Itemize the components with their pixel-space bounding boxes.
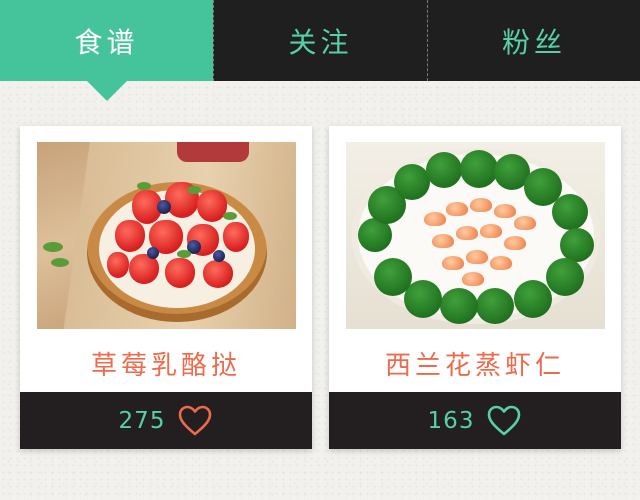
card-footer: 275: [20, 392, 312, 449]
like-count: 163: [427, 407, 475, 434]
heart-icon[interactable]: [486, 404, 522, 438]
tab-bar: 食谱 关注 粉丝: [0, 0, 640, 81]
tab-followers[interactable]: 粉丝: [427, 0, 640, 81]
strawberry-tart-photo[interactable]: [37, 142, 296, 329]
tab-following-label: 关注: [288, 25, 353, 59]
broccoli-shrimp-photo[interactable]: [346, 142, 605, 329]
recipe-title[interactable]: 草莓乳酪挞: [20, 336, 312, 391]
card-footer: 163: [329, 392, 621, 449]
recipe-card[interactable]: 草莓乳酪挞 275: [20, 126, 312, 449]
recipe-card[interactable]: 西兰花蒸虾仁 163: [329, 126, 621, 449]
tab-recipes[interactable]: 食谱: [0, 0, 213, 81]
like-count: 275: [118, 407, 166, 434]
recipe-title[interactable]: 西兰花蒸虾仁: [329, 336, 621, 391]
tab-followers-label: 粉丝: [501, 25, 566, 59]
heart-icon[interactable]: [177, 404, 213, 438]
tab-recipes-label: 食谱: [74, 25, 139, 59]
tab-following[interactable]: 关注: [213, 0, 427, 81]
